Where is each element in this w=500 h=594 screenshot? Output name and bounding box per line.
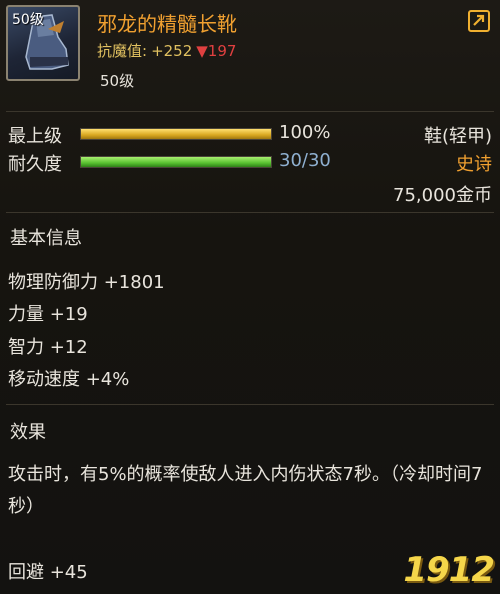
stat-label: 抗魔值: [97,42,148,60]
icon-level-label: 50级 [12,12,44,28]
site-watermark: 1912 [403,550,495,590]
attribute-line: 智力 +12 [8,337,88,358]
share-export-icon [473,14,485,26]
item-icon-frame[interactable]: 50级 [6,5,80,81]
dodge-bonus: 回避 +45 [8,562,88,583]
divider [6,404,494,405]
item-tooltip-panel: 50级 邪龙的精髓长靴 抗魔值: +252 ▼197 50级 最上级 100% 鞋(… [0,0,500,594]
basic-info-title: 基本信息 [10,228,82,249]
share-button[interactable] [468,10,490,32]
top-level-bar-fill [81,129,271,139]
top-level-bar [80,128,272,140]
attribute-line: 物理防御力 +1801 [8,272,165,293]
stat-compare-down: ▼197 [196,42,237,60]
divider [6,212,494,213]
attribute-line: 移动速度 +4% [8,369,130,390]
top-level-value: 100% [279,122,331,143]
divider [6,111,494,112]
equipment-type: 鞋(轻甲) [423,126,492,147]
stat-plus-value: +252 [151,42,193,60]
durability-bar-fill [81,157,271,167]
price-label: 75,000金币 [393,185,492,206]
durability-value: 30/30 [279,150,331,171]
top-level-label: 最上级 [8,126,62,147]
rarity-label: 史诗 [456,154,492,175]
effect-description: 攻击时，有5%的概率使敌人进入内伤状态7秒。（冷却时间7秒） [8,464,483,517]
attribute-line: 力量 +19 [8,304,88,325]
effect-title: 效果 [10,422,46,443]
durability-label: 耐久度 [8,154,62,175]
durability-bar [80,156,272,168]
level-requirement: 50级 [100,72,135,90]
item-name: 邪龙的精髓长靴 [97,12,237,36]
magic-resist-line: 抗魔值: +252 ▼197 [97,40,236,61]
